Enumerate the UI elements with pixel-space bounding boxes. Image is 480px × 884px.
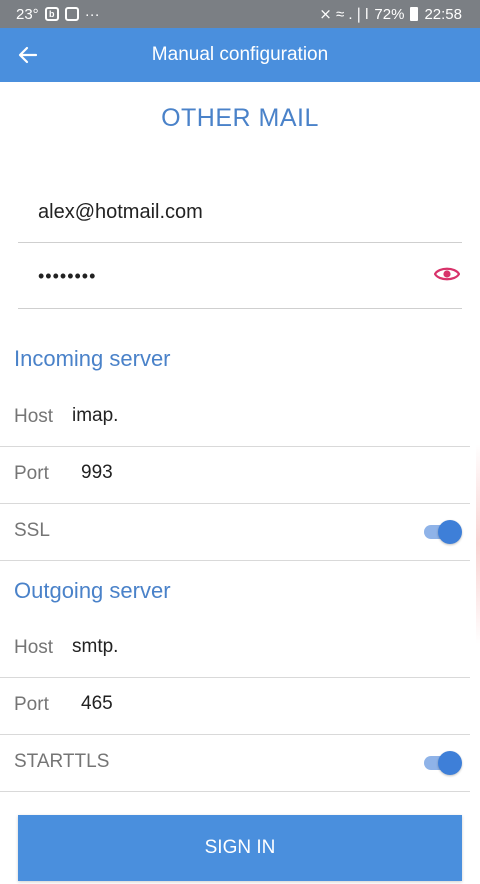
incoming-port-label: Port <box>14 463 49 484</box>
page-title: Manual configuration <box>151 44 329 65</box>
toggle-knob <box>438 751 462 775</box>
ssl-label: SSL <box>14 520 50 541</box>
email-field[interactable] <box>38 198 398 226</box>
more-notifications: ··· <box>84 5 100 23</box>
sign-in-button[interactable]: SIGN IN <box>18 815 462 881</box>
incoming-server-title: Incoming server <box>14 346 171 371</box>
provider-heading: OTHER MAIL <box>161 104 319 132</box>
outgoing-host-label: Host <box>14 637 54 658</box>
signal-icons: ⨯ ≈ .❘l <box>319 6 369 23</box>
ssl-toggle[interactable] <box>424 520 462 544</box>
clock: 22:58 <box>424 5 462 23</box>
outgoing-port-input[interactable] <box>81 693 281 715</box>
password-field[interactable] <box>38 262 398 290</box>
email-field-row <box>18 188 462 243</box>
incoming-host-row: Host <box>0 389 470 447</box>
notification-icon: b <box>44 7 59 21</box>
status-right: ⨯ ≈ .❘l 72% 22:58 <box>319 5 462 24</box>
status-left: 23° b ··· <box>16 6 100 23</box>
app-bar: Manual configuration <box>0 28 480 82</box>
battery-percent: 72% <box>374 5 405 23</box>
ssl-row: SSL <box>0 503 470 561</box>
outgoing-server-title: Outgoing server <box>14 578 171 603</box>
outgoing-host-row: Host <box>0 620 470 678</box>
incoming-host-input[interactable] <box>72 405 272 427</box>
outgoing-port-row: Port <box>0 677 470 735</box>
overscroll-glow <box>476 444 480 644</box>
battery-icon <box>410 7 419 21</box>
status-bar: 23° b ··· ⨯ ≈ .❘l 72% 22:58 <box>0 0 480 28</box>
temperature: 23° <box>16 5 39 23</box>
outgoing-port-label: Port <box>14 694 49 715</box>
outgoing-host-input[interactable] <box>72 636 272 658</box>
starttls-label: STARTTLS <box>14 751 110 772</box>
image-icon <box>64 7 79 21</box>
starttls-toggle[interactable] <box>424 751 462 775</box>
starttls-row: STARTTLS <box>0 734 470 792</box>
toggle-knob <box>438 520 462 544</box>
incoming-port-row: Port <box>0 446 470 504</box>
incoming-port-input[interactable] <box>81 462 281 484</box>
password-field-row <box>18 244 462 309</box>
incoming-host-label: Host <box>14 406 54 427</box>
eye-icon[interactable] <box>434 264 460 284</box>
